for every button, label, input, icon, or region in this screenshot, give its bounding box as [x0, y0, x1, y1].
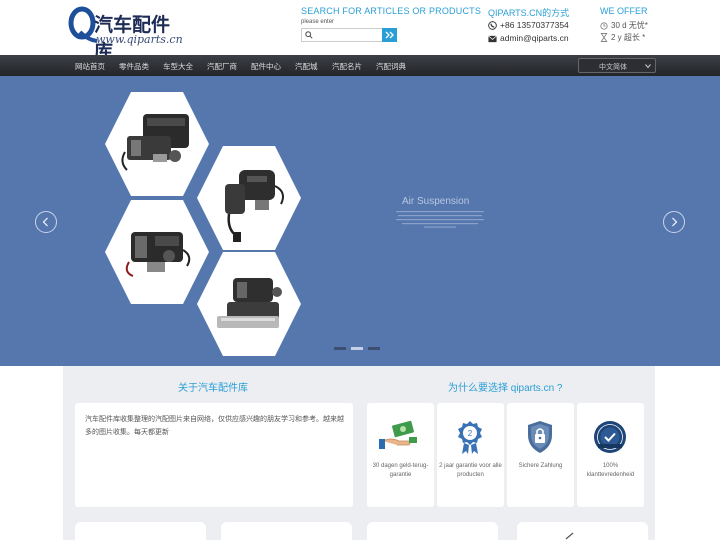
- chevron-down-icon: [645, 64, 651, 69]
- chevron-right-icon: [672, 217, 678, 227]
- slider-next-button[interactable]: [663, 211, 685, 233]
- money-back-icon: [379, 420, 417, 449]
- slider-prev-button[interactable]: [35, 211, 57, 233]
- email-address: admin@qiparts.cn: [500, 33, 569, 43]
- nav-item-parts-mall[interactable]: 汽配城: [295, 61, 318, 72]
- bottom-card-1: [75, 522, 206, 546]
- why-card-money-back[interactable]: 30 dagen geld-terug-garantie: [367, 403, 434, 507]
- bottom-card-2: [221, 522, 352, 546]
- pencil-icon: [565, 532, 574, 540]
- hourglass-icon: [600, 33, 608, 43]
- product-image-compressor-3: [105, 200, 209, 304]
- contact-phone[interactable]: +86 13570377354: [488, 20, 569, 31]
- site-logo[interactable]: 汽车配件库 www.qiparts.cn: [68, 6, 183, 63]
- slider-dot-3[interactable]: [368, 347, 380, 350]
- phone-number: +86 13570377354: [500, 20, 569, 30]
- air-compressor-image: [217, 278, 282, 328]
- double-chevron-right-icon: [385, 31, 394, 39]
- clock-icon: [600, 22, 608, 30]
- warranty-badge-icon: 2: [458, 421, 482, 454]
- search-icon: [305, 31, 313, 39]
- air-compressor-image: [121, 114, 189, 171]
- about-text: 汽车配件库收集整理的汽配图片来自网络，仅供应感兴趣的朋友学习和参考。越来越多的图…: [85, 416, 344, 436]
- air-compressor-image: [225, 170, 284, 242]
- offer-item-warranty: 2 y 超长 *: [600, 32, 645, 43]
- air-compressor-image: [125, 232, 191, 277]
- about-title: 关于汽车配件库: [178, 383, 248, 394]
- nav-item-dictionary[interactable]: 汽配词典: [376, 61, 406, 72]
- search-hint: please enter: [301, 19, 335, 25]
- chevron-left-icon: [42, 217, 48, 227]
- offer-item-return: 30 d 无忧*: [600, 20, 648, 31]
- nav-item-manufacturers[interactable]: 汽配厂商: [207, 61, 237, 72]
- satisfaction-seal-icon: [594, 421, 626, 453]
- svg-text:2: 2: [468, 429, 473, 438]
- search-title: SEARCH FOR ARTICLES OR PRODUCTS: [301, 6, 482, 16]
- nav-item-car-models[interactable]: 车型大全: [163, 61, 193, 72]
- product-image-compressor-1: [105, 92, 209, 196]
- bottom-card-3: [367, 522, 498, 546]
- why-label-satisfaction: 100% klanttevredenheid: [586, 463, 635, 478]
- slider-dot-2[interactable]: [351, 347, 363, 350]
- slide-title: Air Suspension: [402, 196, 470, 207]
- why-label-money-back: 30 dagen geld-terug-garantie: [372, 463, 429, 478]
- nav-item-parts-category[interactable]: 零件品类: [119, 61, 149, 72]
- nav-item-home[interactable]: 网站首页: [75, 61, 105, 72]
- offer-return-text: 30 d 无忧*: [611, 21, 648, 30]
- about-card: 汽车配件库收集整理的汽配图片来自网络，仅供应感兴趣的朋友学习和参考。越来越多的图…: [75, 403, 353, 507]
- why-label-warranty: 2 jaar garantie voor alle producten: [439, 463, 502, 478]
- search-button[interactable]: [382, 28, 397, 42]
- contact-title: QIPARTS.CN的方式: [488, 8, 570, 18]
- why-card-satisfaction[interactable]: 100% klanttevredenheid: [577, 403, 644, 507]
- nav-item-parts-center[interactable]: 配件中心: [251, 61, 281, 72]
- site-header: 汽车配件库 www.qiparts.cn SEARCH FOR ARTICLES…: [0, 0, 720, 63]
- nav-item-business-cards[interactable]: 汽配名片: [332, 61, 362, 72]
- why-card-warranty[interactable]: 2 2 jaar garantie voor alle producten: [437, 403, 504, 507]
- phone-icon: [488, 21, 497, 31]
- why-title: 为什么要选择 qiparts.cn ?: [448, 383, 563, 394]
- offer-title: WE OFFER: [600, 6, 648, 16]
- product-image-compressor-2: [197, 146, 301, 250]
- why-card-secure-payment[interactable]: Sichere Zahlung: [507, 403, 574, 507]
- product-image-compressor-4: [197, 252, 301, 356]
- secure-shield-icon: [528, 421, 552, 453]
- envelope-icon: [488, 35, 497, 42]
- contact-email[interactable]: admin@qiparts.cn: [488, 33, 569, 43]
- hero-slider: Air Suspension: [0, 76, 720, 366]
- slide-description-placeholder: [396, 211, 484, 228]
- slider-dot-1[interactable]: [334, 347, 346, 350]
- logo-url: www.qiparts.cn: [96, 33, 183, 46]
- why-label-secure-payment: Sichere Zahlung: [518, 463, 563, 469]
- offer-warranty-text: 2 y 超长 *: [611, 33, 646, 42]
- language-select[interactable]: 中文简体: [578, 58, 656, 73]
- language-selected: 中文简体: [599, 64, 627, 71]
- bottom-card-4: [517, 522, 648, 546]
